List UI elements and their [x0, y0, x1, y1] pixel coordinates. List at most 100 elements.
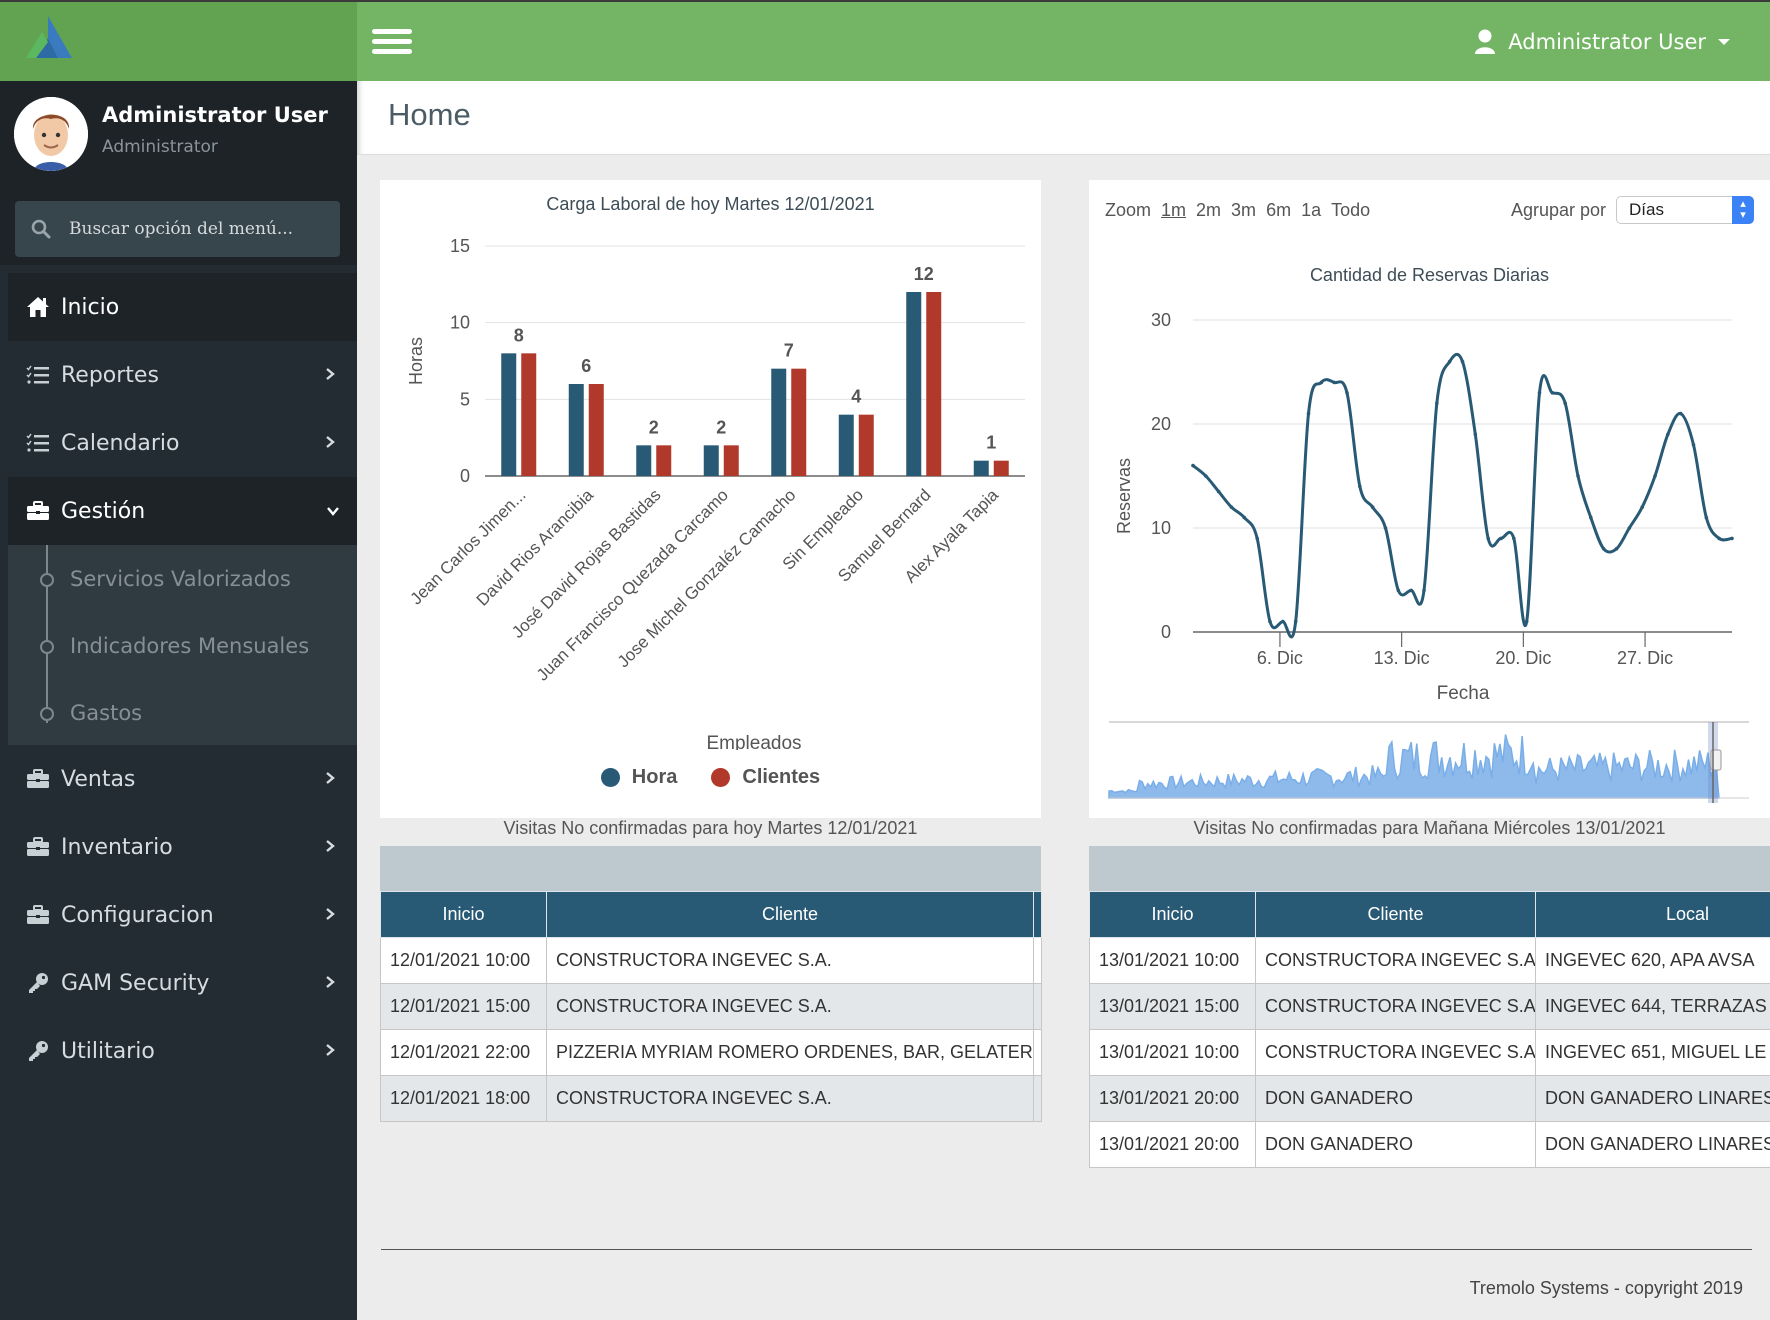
bar-hora[interactable] — [838, 414, 854, 476]
table-row[interactable]: 12/01/2021 10:00 CONSTRUCTORA INGEVEC S.A… — [380, 937, 1042, 984]
menu-search-input[interactable] — [69, 219, 319, 239]
column-header-local[interactable]: Local — [1535, 891, 1770, 938]
data-point[interactable] — [1614, 547, 1619, 551]
table-cell: DON GANADERO LINARES — [1535, 1075, 1770, 1122]
data-point[interactable] — [1204, 474, 1208, 478]
data-point[interactable] — [1396, 588, 1401, 593]
data-point[interactable] — [1512, 536, 1516, 541]
user-menu-dropdown[interactable]: Administrator User — [1474, 24, 1730, 60]
data-point[interactable] — [1563, 401, 1567, 405]
data-point[interactable] — [1550, 391, 1555, 395]
column-header-cliente[interactable]: Cliente — [1255, 891, 1536, 938]
data-point[interactable] — [1422, 588, 1426, 593]
data-point[interactable] — [1601, 547, 1606, 551]
table-row[interactable]: 13/01/2021 20:00 DON GANADERO DON GANADERO… — [1089, 1075, 1770, 1122]
data-point[interactable] — [1524, 619, 1529, 624]
y-tick-label: 15 — [450, 236, 470, 256]
data-point[interactable] — [1499, 536, 1503, 541]
bar-clientes[interactable] — [926, 292, 942, 476]
table-row[interactable]: 12/01/2021 15:00 CONSTRUCTORA INGEVEC S.A… — [380, 983, 1042, 1030]
data-point[interactable] — [1460, 359, 1465, 364]
table-row[interactable]: 13/01/2021 10:00 CONSTRUCTORA INGEVEC S.A… — [1089, 1029, 1770, 1076]
data-point[interactable] — [1255, 536, 1259, 541]
column-header-inicio[interactable]: Inicio — [380, 891, 547, 938]
data-point[interactable] — [1345, 391, 1349, 395]
sidebar-item-reportes[interactable]: Reportes — [0, 341, 357, 409]
data-point[interactable] — [1242, 515, 1247, 520]
table-row[interactable]: 13/01/2021 20:00 DON GANADERO DON GANADERO… — [1089, 1121, 1770, 1168]
sidebar-item-inventario[interactable]: Inventario — [0, 813, 357, 881]
submenu-item-gastos[interactable]: Gastos — [8, 679, 357, 746]
column-header-cliente[interactable]: Cliente — [546, 891, 1034, 938]
data-point[interactable] — [1576, 474, 1580, 478]
bar-clientes[interactable] — [521, 353, 537, 476]
sidebar-item-inicio[interactable]: Inicio — [8, 273, 357, 341]
data-point[interactable] — [1627, 526, 1632, 530]
bar-hora[interactable] — [771, 368, 787, 476]
sidebar-item-gam-security[interactable]: GAM Security — [0, 949, 357, 1017]
sidebar-item-calendario[interactable]: Calendario — [0, 409, 357, 477]
bar-hora[interactable] — [636, 445, 652, 476]
data-point[interactable] — [1653, 474, 1657, 478]
sidebar-toggle-button[interactable] — [372, 29, 412, 57]
bar-clientes[interactable] — [588, 384, 604, 476]
data-point[interactable] — [1666, 432, 1670, 437]
legend-item-hora[interactable]: Hora — [600, 766, 677, 789]
data-point[interactable] — [1678, 411, 1683, 416]
data-point[interactable] — [1473, 432, 1478, 437]
table-row[interactable]: 12/01/2021 22:00 PIZZERIA MYRIAM ROMERO O… — [380, 1029, 1042, 1076]
workload-bar-chart: 0 5 10 15 Horas Empleados 8 Jean Carlos Jimen..… — [406, 236, 1025, 750]
bar-clientes[interactable] — [723, 445, 739, 476]
bar-clientes[interactable] — [791, 368, 807, 476]
data-point[interactable] — [1268, 619, 1272, 624]
logo[interactable] — [0, 2, 357, 81]
tomorrow-visits-scroll[interactable]: Inicio Cliente Local 13/01/2021 10:00 CON… — [1089, 846, 1770, 1176]
legend-item-clientes[interactable]: Clientes — [711, 766, 820, 789]
data-point[interactable] — [1486, 536, 1490, 541]
navigator-series — [1108, 734, 1720, 799]
bar-clientes[interactable] — [993, 460, 1009, 476]
data-point[interactable] — [1358, 484, 1362, 489]
data-point[interactable] — [1281, 619, 1285, 624]
data-point[interactable] — [1191, 463, 1195, 468]
data-point[interactable] — [1704, 515, 1709, 520]
data-point[interactable] — [1370, 505, 1375, 510]
data-point[interactable] — [1216, 489, 1221, 494]
submenu-item-indicadores-mensuales[interactable]: Indicadores Mensuales — [8, 612, 357, 679]
sidebar-item-ventas[interactable]: Ventas — [0, 745, 357, 813]
bar-hora[interactable] — [703, 445, 719, 476]
data-point[interactable] — [1717, 536, 1721, 541]
bar-clientes[interactable] — [656, 445, 672, 476]
sidebar-item-label: Inicio — [61, 294, 120, 320]
sidebar-item-utilitario[interactable]: Utilitario — [0, 1017, 357, 1085]
data-point[interactable] — [1537, 391, 1542, 395]
data-point[interactable] — [1730, 536, 1734, 541]
data-point[interactable] — [1293, 619, 1298, 624]
briefcase-icon — [25, 905, 51, 925]
x-tick-label: 27. Dic — [1617, 648, 1673, 668]
data-point[interactable] — [1306, 411, 1311, 416]
bar-hora[interactable] — [568, 384, 584, 476]
data-point[interactable] — [1691, 443, 1696, 447]
data-point[interactable] — [1409, 588, 1413, 593]
data-point[interactable] — [1229, 505, 1234, 510]
data-point[interactable] — [1640, 505, 1644, 510]
bar-hora[interactable] — [906, 292, 922, 476]
data-point[interactable] — [1589, 515, 1593, 520]
sidebar-item-gestion[interactable]: Gestión — [8, 477, 357, 545]
data-point[interactable] — [1447, 359, 1452, 364]
data-point[interactable] — [1332, 380, 1336, 385]
column-header-inicio[interactable]: Inicio — [1089, 891, 1256, 938]
table-row[interactable]: 13/01/2021 15:00 CONSTRUCTORA INGEVEC S.A… — [1089, 983, 1770, 1030]
submenu-item-servicios-valorizados[interactable]: Servicios Valorizados — [8, 545, 357, 612]
series-line-reservas[interactable] — [1192, 352, 1733, 639]
data-point[interactable] — [1319, 380, 1324, 385]
table-row[interactable]: 12/01/2021 18:00 CONSTRUCTORA INGEVEC S.A… — [380, 1075, 1042, 1122]
table-row[interactable]: 13/01/2021 10:00 CONSTRUCTORA INGEVEC S.A… — [1089, 937, 1770, 984]
bar-clientes[interactable] — [858, 414, 874, 476]
data-point[interactable] — [1383, 526, 1388, 530]
bar-hora[interactable] — [501, 353, 517, 476]
data-point[interactable] — [1435, 401, 1439, 405]
bar-hora[interactable] — [973, 460, 989, 476]
sidebar-item-configuracion[interactable]: Configuracion — [0, 881, 357, 949]
